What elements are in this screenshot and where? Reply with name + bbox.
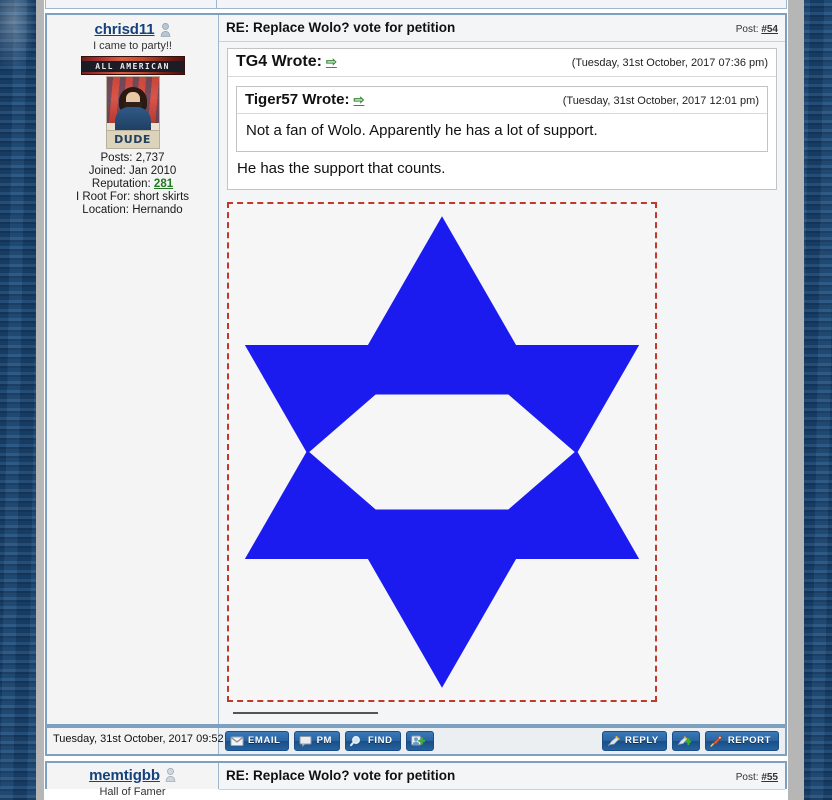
post-55: memtigbb Hall of Famer RE: Replace Wolo?…	[45, 760, 787, 798]
quote-outer-header: TG4 Wrote: ⇨ (Tuesday, 31st October, 2017…	[228, 49, 776, 77]
post-body: TG4 Wrote: ⇨ (Tuesday, 31st October, 2017…	[219, 42, 785, 724]
author-user-title: I came to party!!	[93, 40, 172, 52]
previous-post-sliver	[45, 0, 787, 9]
author-stat-joined: Joined: Jan 2010	[51, 165, 214, 178]
author-stat-location-value: Hernando	[132, 204, 183, 216]
quill-icon	[607, 735, 621, 747]
offline-user-icon	[165, 768, 176, 782]
quote-inner-text: Not a fan of Wolo. Apparently he has a l…	[246, 122, 598, 139]
next-post-number-link[interactable]: #55	[761, 772, 778, 783]
next-post-author-user-title: Hall of Famer	[99, 785, 166, 798]
author-rank-banner: ALL AMERICAN	[80, 56, 185, 75]
email-button[interactable]: EMAIL	[225, 730, 289, 751]
post-action-buttons: EMAIL PM FIND REPLY REPORT	[219, 728, 785, 754]
author-stat-joined-value: Jan 2010	[128, 165, 177, 177]
jump-to-post-arrow-icon[interactable]: ⇨	[353, 92, 364, 107]
quote-outer-author: TG4 Wrote: ⇨	[236, 53, 572, 71]
envelope-icon	[230, 735, 244, 747]
author-stat-posts: Posts: 2,737	[51, 152, 214, 165]
quote-inner-author: Tiger57 Wrote: ⇨	[245, 91, 563, 108]
author-panel-spacer	[51, 217, 214, 223]
add-buddy-button[interactable]	[405, 730, 434, 751]
quote-inner-header: Tiger57 Wrote: ⇨ (Tuesday, 31st October, …	[237, 87, 767, 114]
next-post-author-panel: memtigbb Hall of Famer	[47, 762, 219, 798]
quote-inner-author-label: Tiger57 Wrote:	[245, 91, 350, 108]
attachment-wrapper	[227, 190, 777, 702]
quote-outer-author-label: TG4 Wrote:	[236, 53, 322, 70]
author-stat-root-for-label: I Root For:	[75, 191, 131, 203]
next-post-main: RE: Replace Wolo? vote for petition Post…	[219, 762, 785, 790]
author-stat-reputation-label: Reputation:	[91, 178, 151, 190]
post-header: RE: Replace Wolo? vote for petition Post…	[219, 15, 785, 42]
report-button-label: REPORT	[727, 735, 771, 746]
multi-quote-button[interactable]	[671, 730, 700, 751]
post-date: Tuesday, 31st October, 2017 09:52 pm	[47, 727, 242, 754]
post-footer-toolbar: Tuesday, 31st October, 2017 09:52 pm EMA…	[45, 725, 787, 756]
forum-content-column: chrisd11 I came to party!! ALL AMERICAN	[44, 0, 788, 800]
reply-button-label: REPLY	[625, 735, 659, 746]
author-stat-posts-label: Posts:	[100, 152, 133, 164]
signature-spacer	[227, 714, 777, 724]
add-buddy-icon	[410, 735, 425, 747]
next-post-subject: RE: Replace Wolo? vote for petition	[226, 767, 456, 783]
page-gutter-right	[788, 0, 804, 800]
author-username-link[interactable]: chrisd11	[94, 21, 154, 38]
next-post-header: RE: Replace Wolo? vote for petition Post…	[219, 762, 785, 790]
post-author-panel: chrisd11 I came to party!! ALL AMERICAN	[47, 15, 219, 724]
quote-inner-date: (Tuesday, 31st October, 2017 12:01 pm)	[562, 95, 759, 107]
avatar-caption: DUDE	[106, 130, 159, 148]
star-of-david-image[interactable]	[227, 201, 657, 702]
author-stat-posts-value: 2,737	[135, 152, 165, 164]
author-name-row: chrisd11	[51, 21, 214, 38]
author-avatar: DUDE	[105, 76, 160, 149]
report-rocket-icon	[710, 735, 724, 747]
report-button[interactable]: REPORT	[704, 730, 779, 751]
magnifier-icon	[350, 735, 364, 747]
page-gutter-left	[36, 0, 44, 800]
post-main: RE: Replace Wolo? vote for petition Post…	[219, 15, 785, 724]
quote-outer-text: He has the support that counts.	[237, 159, 446, 177]
rank-banner-text: ALL AMERICAN	[95, 62, 170, 71]
author-stat-joined-label: Joined:	[88, 165, 126, 177]
post-number-label: Post:	[735, 24, 759, 35]
author-stat-root-for-value: short skirts	[133, 191, 190, 203]
author-reputation-link[interactable]: 281	[154, 178, 173, 190]
post-number: Post: #54	[736, 24, 778, 35]
next-post-number-label: Post:	[735, 771, 759, 783]
email-button-label: EMAIL	[248, 735, 281, 746]
author-stat-location: Location: Hernando	[51, 204, 214, 217]
author-stat-reputation: Reputation: 281	[51, 178, 214, 191]
jump-to-post-arrow-icon[interactable]: ⇨	[326, 54, 337, 69]
find-button-label: FIND	[368, 735, 393, 746]
next-post-number: Post: #55	[736, 772, 778, 783]
previous-post-divider	[216, 0, 217, 9]
post-number-link[interactable]: #54	[761, 24, 778, 35]
next-post-author-name-row: memtigbb	[51, 767, 214, 784]
quote-outer-date: (Tuesday, 31st October, 2017 07:36 pm)	[571, 57, 768, 69]
post-subject: RE: Replace Wolo? vote for petition	[226, 20, 456, 35]
next-post-author-username-link[interactable]: memtigbb	[89, 767, 160, 784]
reply-button[interactable]: REPLY	[602, 730, 667, 751]
author-stat-location-label: Location:	[82, 204, 129, 216]
post-54: chrisd11 I came to party!! ALL AMERICAN	[45, 13, 787, 726]
author-stat-root-for: I Root For: short skirts	[51, 191, 214, 204]
quote-plus-icon	[677, 735, 691, 747]
find-button[interactable]: FIND	[345, 730, 401, 751]
offline-user-icon	[160, 22, 171, 37]
pm-button[interactable]: PM	[293, 730, 341, 751]
quote-block-outer: TG4 Wrote: ⇨ (Tuesday, 31st October, 2017…	[227, 48, 777, 190]
pm-button-label: PM	[316, 735, 333, 746]
quote-block-inner: Tiger57 Wrote: ⇨ (Tuesday, 31st October, …	[236, 86, 768, 152]
message-icon	[299, 735, 313, 747]
